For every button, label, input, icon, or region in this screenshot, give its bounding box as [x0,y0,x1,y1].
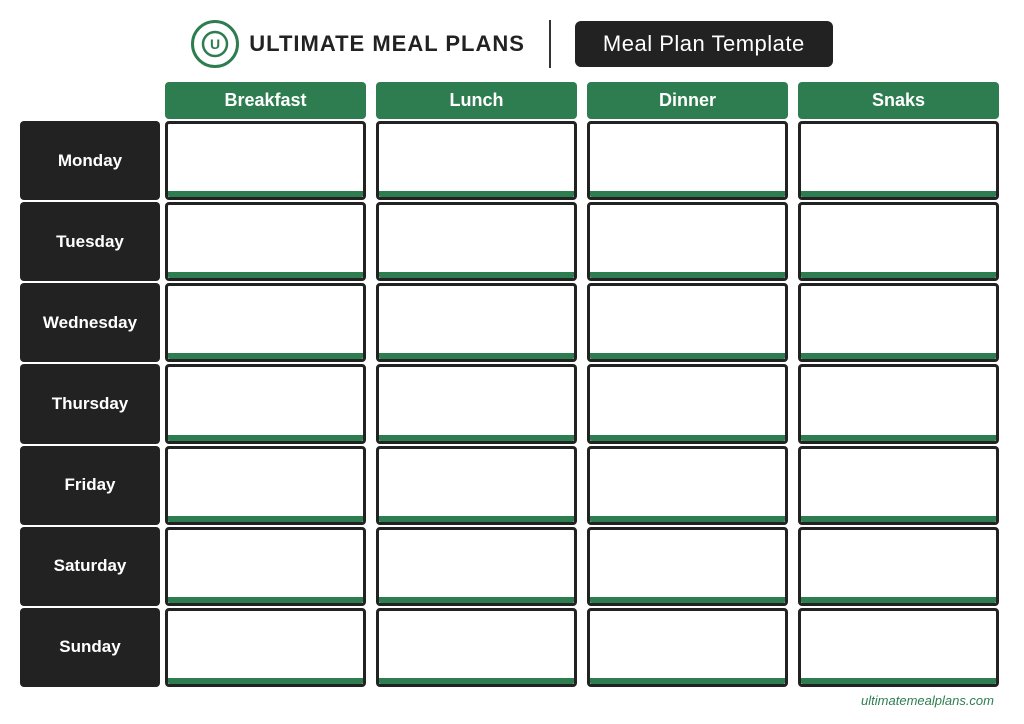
row-thursday: Thursday [20,364,1004,443]
row-friday: Friday [20,446,1004,525]
cell-bar [801,597,996,603]
meal-grid: Breakfast Lunch Dinner Snaks Monday Tues… [20,82,1004,689]
meal-tuesday-lunch[interactable] [376,202,577,281]
meal-monday-dinner[interactable] [587,121,788,200]
meal-friday-breakfast[interactable] [165,446,366,525]
cell-bar [590,597,785,603]
cell-bar [801,435,996,441]
meal-monday-lunch[interactable] [376,121,577,200]
svg-text:U: U [210,36,220,52]
cell-bar [590,516,785,522]
col-header-dinner: Dinner [587,82,788,119]
cell-bar [801,678,996,684]
cell-bar [168,516,363,522]
header-divider [549,20,551,68]
day-label-thursday: Thursday [20,364,160,443]
meal-wednesday-lunch[interactable] [376,283,577,362]
cell-bar [168,435,363,441]
meal-wednesday-snaks[interactable] [798,283,999,362]
page-title: Meal Plan Template [575,21,833,67]
col-header-snaks: Snaks [798,82,999,119]
row-tuesday: Tuesday [20,202,1004,281]
meal-saturday-snaks[interactable] [798,527,999,606]
cell-bar [379,435,574,441]
brand-logo: U ULTIMATE MEAL PLANS [191,20,525,68]
cell-bar [379,678,574,684]
cell-bar [590,435,785,441]
meal-monday-snaks[interactable] [798,121,999,200]
meal-saturday-breakfast[interactable] [165,527,366,606]
cell-bar [379,597,574,603]
cell-bar [379,191,574,197]
meal-saturday-lunch[interactable] [376,527,577,606]
meal-friday-snaks[interactable] [798,446,999,525]
meal-friday-dinner[interactable] [587,446,788,525]
meal-sunday-lunch[interactable] [376,608,577,687]
meal-monday-breakfast[interactable] [165,121,366,200]
cell-bar [590,191,785,197]
meal-tuesday-breakfast[interactable] [165,202,366,281]
meal-thursday-lunch[interactable] [376,364,577,443]
meal-wednesday-dinner[interactable] [587,283,788,362]
cell-bar [801,353,996,359]
footer-url: ultimatemealplans.com [861,693,994,708]
row-wednesday: Wednesday [20,283,1004,362]
meal-saturday-dinner[interactable] [587,527,788,606]
meal-sunday-snaks[interactable] [798,608,999,687]
page-wrapper: U ULTIMATE MEAL PLANS Meal Plan Template… [0,0,1024,724]
header: U ULTIMATE MEAL PLANS Meal Plan Template [20,10,1004,82]
day-label-monday: Monday [20,121,160,200]
cell-bar [590,272,785,278]
cell-bar [801,516,996,522]
row-saturday: Saturday [20,527,1004,606]
meal-friday-lunch[interactable] [376,446,577,525]
day-label-saturday: Saturday [20,527,160,606]
cell-bar [168,191,363,197]
cell-bar [168,678,363,684]
day-label-tuesday: Tuesday [20,202,160,281]
meal-thursday-dinner[interactable] [587,364,788,443]
cell-bar [168,353,363,359]
cell-bar [801,272,996,278]
column-headers: Breakfast Lunch Dinner Snaks [20,82,1004,119]
col-header-breakfast: Breakfast [165,82,366,119]
cell-bar [168,272,363,278]
day-label-wednesday: Wednesday [20,283,160,362]
meal-sunday-breakfast[interactable] [165,608,366,687]
meal-thursday-breakfast[interactable] [165,364,366,443]
col-header-lunch: Lunch [376,82,577,119]
meal-sunday-dinner[interactable] [587,608,788,687]
meal-thursday-snaks[interactable] [798,364,999,443]
row-monday: Monday [20,121,1004,200]
cell-bar [379,353,574,359]
footer: ultimatemealplans.com [20,689,1004,714]
cell-bar [801,191,996,197]
cell-bar [590,353,785,359]
day-label-sunday: Sunday [20,608,160,687]
brand-name: ULTIMATE MEAL PLANS [249,31,525,57]
col-header-spacer [20,82,160,119]
logo-icon: U [191,20,239,68]
row-sunday: Sunday [20,608,1004,687]
meal-tuesday-snaks[interactable] [798,202,999,281]
day-label-friday: Friday [20,446,160,525]
cell-bar [379,516,574,522]
cell-bar [168,597,363,603]
meal-tuesday-dinner[interactable] [587,202,788,281]
meal-wednesday-breakfast[interactable] [165,283,366,362]
cell-bar [590,678,785,684]
cell-bar [379,272,574,278]
